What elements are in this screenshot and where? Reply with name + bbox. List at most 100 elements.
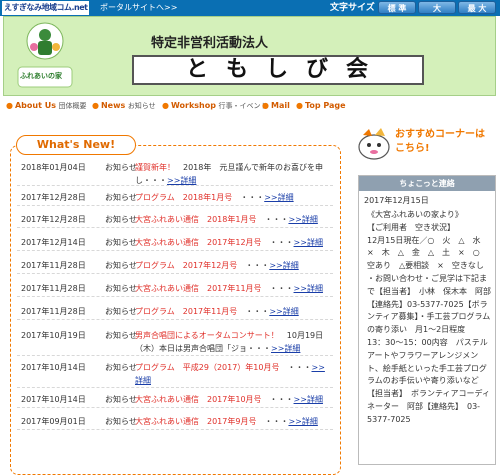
bullet-icon: ● — [162, 101, 169, 110]
news-item: 2017年09月01日 お知らせ 大宮ふれあい通信 2017年9月号 ・・・>>… — [17, 415, 333, 430]
news-excerpt: ・・・ — [256, 417, 289, 426]
nav-news[interactable]: ● News お知らせ — [92, 100, 156, 112]
news-detail-link[interactable]: >>詳細 — [271, 344, 300, 353]
news-date: 2017年12月28日 — [21, 193, 86, 202]
news-excerpt: ・・・ — [261, 395, 294, 404]
news-date: 2017年11月28日 — [21, 261, 86, 270]
news-title[interactable]: プログラム 2018年1月号 ・・・>>詳細 — [135, 191, 294, 204]
news-title[interactable]: 大宮ふれあい通信 2017年10月号 ・・・>>詳細 — [135, 393, 323, 406]
news-excerpt: ・・・ — [237, 307, 270, 316]
font-size-large-button[interactable]: 大 — [418, 1, 456, 14]
news-category: お知らせ — [105, 284, 137, 293]
nav-about-us-label: About Us — [14, 101, 56, 110]
news-detail-link[interactable]: >>詳細 — [294, 238, 323, 247]
news-detail-link[interactable]: >>詳細 — [269, 261, 298, 270]
news-category: お知らせ — [105, 307, 137, 316]
mascot-logo-label: ふれあいの家 — [20, 72, 62, 80]
nav-workshop[interactable]: ● Workshop 行事・イベント — [162, 100, 268, 112]
news-detail-link[interactable]: >>詳細 — [294, 395, 323, 404]
font-size-largest-button[interactable]: 最 大 — [458, 1, 496, 14]
nav-about-us[interactable]: ● About Us 団体概要 — [6, 100, 87, 112]
bullet-icon: ● — [6, 101, 13, 110]
news-date: 2017年10月14日 — [21, 395, 86, 404]
news-date: 2017年10月14日 — [21, 363, 86, 372]
news-item: 2017年11月28日 お知らせ 大宮ふれあい通信 2017年11月号 ・・・>… — [17, 282, 333, 297]
news-excerpt: ・・・ — [237, 261, 270, 270]
news-title[interactable]: 大宮ふれあい通信 2018年1月号 ・・・>>詳細 — [135, 213, 318, 226]
news-category: お知らせ — [105, 261, 137, 270]
news-date: 2017年11月28日 — [21, 284, 86, 293]
nav-news-label: News — [100, 101, 126, 110]
news-title[interactable]: プログラム 平成29（2017）年10月号 ・・・>>詳細 — [135, 361, 331, 387]
news-date: 2017年11月28日 — [21, 307, 86, 316]
news-date: 2017年10月19日 — [21, 331, 86, 340]
portal-logo[interactable]: えすぎなみ地域コム.net — [2, 1, 90, 15]
site-header: ふれあいの家 特定非営利活動法人 ともしび会 — [3, 16, 496, 96]
news-title[interactable]: 大宮ふれあい通信 2017年11月号 ・・・>>詳細 — [135, 282, 323, 295]
news-detail-link[interactable]: >>詳細 — [288, 417, 317, 426]
news-item: 2017年11月28日 お知らせ プログラム 2017年12月号 ・・・>>詳細 — [17, 259, 333, 274]
news-title[interactable]: 謹賀新年！ 2018年 元旦謹んで新年のお喜びを申し・・・>>詳細 — [135, 161, 331, 187]
top-bar: えすぎなみ地域コム.net ポータルサイトへ>> 文字サイズ 標 準 大 最 大 — [0, 0, 500, 16]
quick-notice-title: ちょこっと連絡 — [359, 176, 495, 191]
nav-top-page-label: Top Page — [304, 101, 346, 110]
news-title[interactable]: プログラム 2017年11月号 ・・・>>詳細 — [135, 305, 299, 318]
news-date: 2018年01月04日 — [21, 163, 86, 172]
mascot-logo[interactable]: ふれあいの家 — [10, 19, 80, 94]
news-excerpt: ・・・ — [279, 363, 312, 372]
news-date: 2017年09月01日 — [21, 417, 86, 426]
news-category: お知らせ — [105, 395, 137, 404]
news-excerpt: ・・・ — [232, 193, 265, 202]
news-detail-link[interactable]: >>詳細 — [269, 307, 298, 316]
news-item: 2017年12月14日 お知らせ 大宮ふれあい通信 2017年12月号 ・・・>… — [17, 236, 333, 251]
news-category: お知らせ — [105, 417, 137, 426]
nav-workshop-label: Workshop — [170, 101, 216, 110]
news-excerpt: ・・・ — [261, 238, 294, 247]
news-excerpt: ・・・ — [256, 215, 289, 224]
news-category: お知らせ — [105, 193, 137, 202]
bullet-icon: ● — [262, 101, 269, 110]
news-item: 2017年10月19日 お知らせ 男声合唱団によるオータムコンサート！ 10月1… — [17, 329, 333, 356]
news-detail-link[interactable]: >>詳細 — [264, 193, 293, 202]
quick-notice-date: 2017年12月15日 — [364, 196, 429, 205]
news-item: 2018年01月04日 お知らせ 謹賀新年！ 2018年 元旦謹んで新年のお喜び… — [17, 161, 333, 186]
font-size-label: 文字サイズ — [330, 3, 375, 13]
nav-news-sub: お知らせ — [127, 102, 156, 110]
news-category: お知らせ — [105, 163, 137, 172]
recommend-banner[interactable]: おすすめコーナーはこちら! — [355, 125, 495, 165]
news-category: お知らせ — [105, 215, 137, 224]
nav-about-us-sub: 団体概要 — [58, 102, 87, 110]
news-title[interactable]: 大宮ふれあい通信 2017年9月号 ・・・>>詳細 — [135, 415, 318, 428]
news-date: 2017年12月28日 — [21, 215, 86, 224]
news-category: お知らせ — [105, 363, 137, 372]
font-size-normal-button[interactable]: 標 準 — [378, 1, 416, 14]
news-detail-link[interactable]: >>詳細 — [288, 215, 317, 224]
quick-notice-body: 《大宮ふれあいの家より》 【ご利用者 空き状況】 12月15日現在／○ 火 △ … — [367, 210, 491, 424]
news-date: 2017年12月14日 — [21, 238, 86, 247]
news-category: お知らせ — [105, 331, 137, 340]
quick-notice-box: ちょこっと連絡 2017年12月15日 《大宮ふれあいの家より》 【ご利用者 空… — [358, 175, 496, 465]
news-detail-link[interactable]: >>詳細 — [294, 284, 323, 293]
news-item: 2017年10月14日 お知らせ プログラム 平成29（2017）年10月号 ・… — [17, 361, 333, 388]
news-title[interactable]: 男声合唱団によるオータムコンサート！ 10月19日（木）本日は男声合唱団「ジョ・… — [135, 329, 331, 355]
news-item: 2017年10月14日 お知らせ 大宮ふれあい通信 2017年10月号 ・・・>… — [17, 393, 333, 408]
nav-top-page[interactable]: ● Top Page — [296, 100, 346, 112]
news-item: 2017年12月28日 お知らせ プログラム 2018年1月号 ・・・>>詳細 — [17, 191, 333, 206]
bullet-icon: ● — [296, 101, 303, 110]
news-item: 2017年11月28日 お知らせ プログラム 2017年11月号 ・・・>>詳細 — [17, 305, 333, 320]
nav-mail-label: Mail — [270, 101, 290, 110]
site-logo: 特定非営利活動法人 ともしび会 — [132, 30, 432, 90]
nav-workshop-sub: 行事・イベント — [218, 102, 268, 110]
mascot-icon — [358, 128, 390, 160]
nav-mail[interactable]: ● Mail — [262, 100, 290, 112]
organization-name: ともしび会 — [132, 55, 424, 85]
news-title[interactable]: 大宮ふれあい通信 2017年12月号 ・・・>>詳細 — [135, 236, 323, 249]
news-category: お知らせ — [105, 238, 137, 247]
news-detail-link[interactable]: >>詳細 — [167, 176, 196, 185]
bullet-icon: ● — [92, 101, 99, 110]
recommend-banner-text: おすすめコーナーはこちら! — [395, 129, 485, 154]
news-excerpt: ・・・ — [261, 284, 294, 293]
portal-site-link[interactable]: ポータルサイトへ>> — [100, 0, 177, 16]
organization-type: 特定非営利活動法人 — [151, 36, 269, 51]
news-title[interactable]: プログラム 2017年12月号 ・・・>>詳細 — [135, 259, 299, 272]
